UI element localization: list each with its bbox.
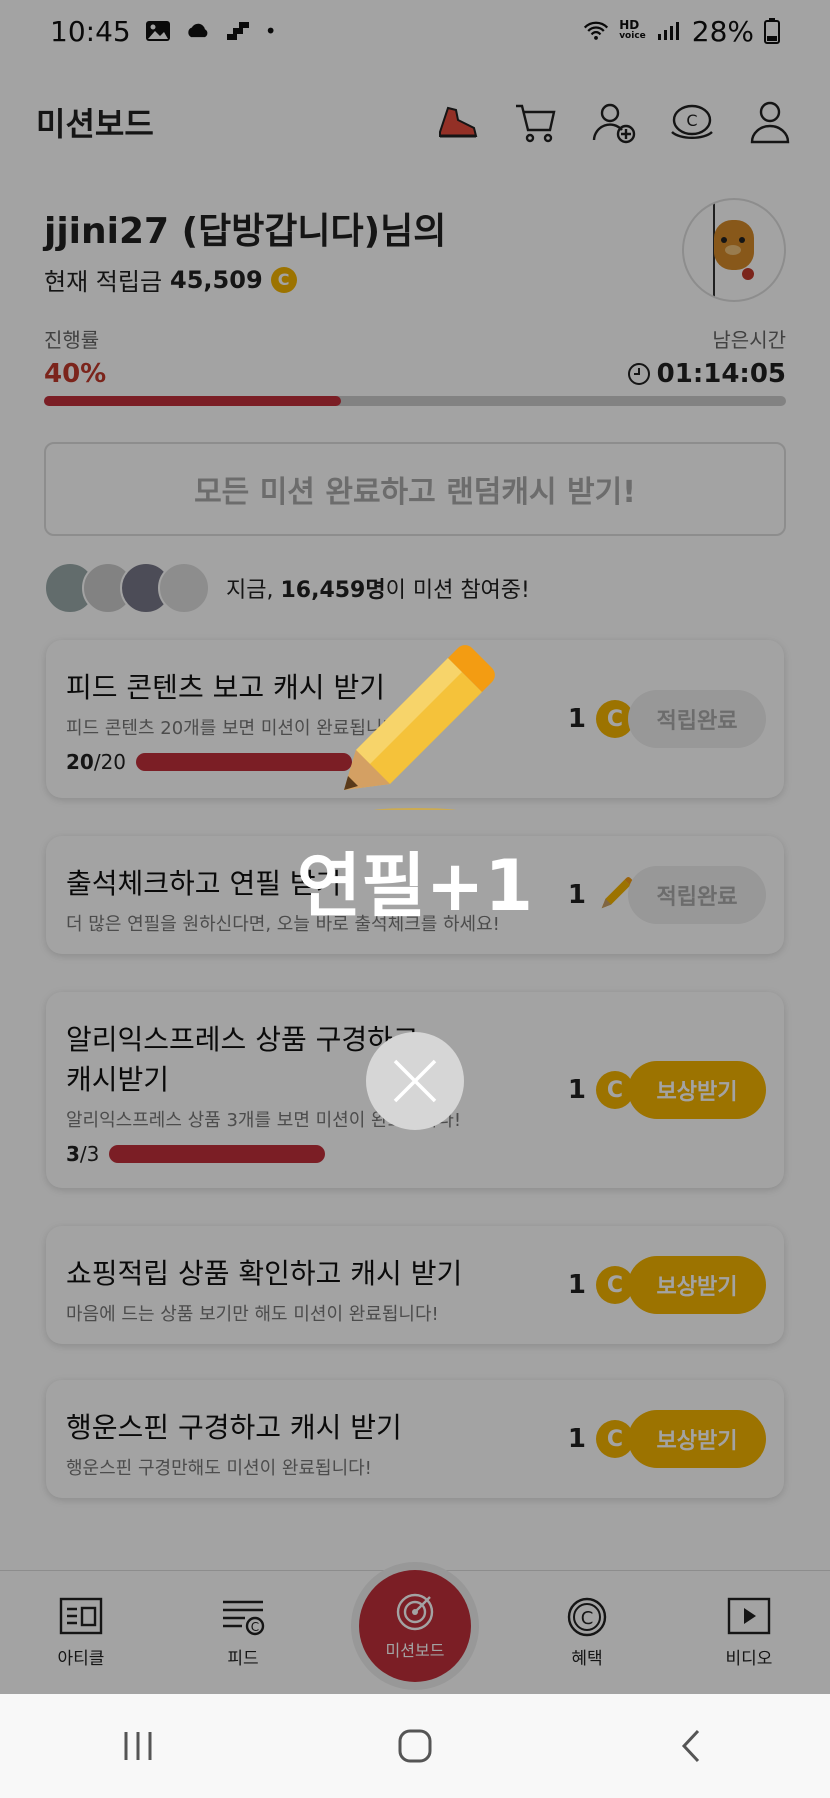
pencil-reward-icon (344, 645, 495, 810)
home-button[interactable] (375, 1716, 455, 1776)
back-icon (681, 1729, 699, 1763)
status-bar-dim (0, 0, 830, 62)
system-nav-bar (0, 1694, 830, 1798)
recent-apps-button[interactable] (98, 1716, 178, 1776)
close-icon (393, 1059, 437, 1103)
reward-popup-label: 연필+1 (296, 845, 534, 927)
recent-apps-icon (124, 1732, 152, 1760)
back-button[interactable] (652, 1716, 732, 1776)
close-button[interactable] (366, 1032, 464, 1130)
home-icon (398, 1729, 432, 1763)
